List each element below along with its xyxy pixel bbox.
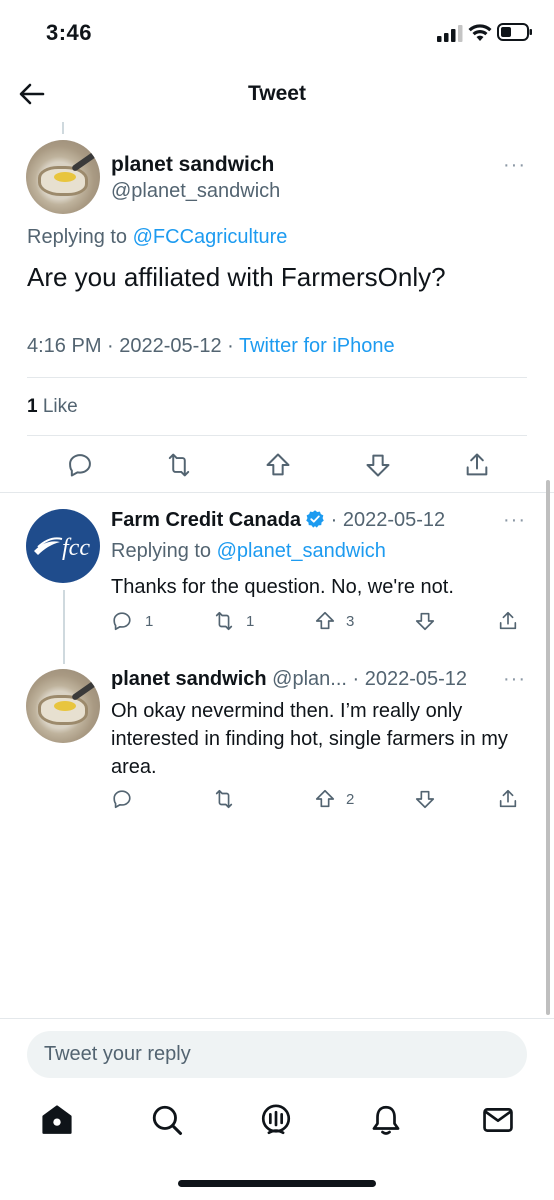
author-handle[interactable]: @planet_sandwich [111,180,280,203]
reply-icon[interactable] [111,610,133,632]
home-indicator[interactable] [178,1180,376,1187]
upvote-arrow-icon[interactable] [264,451,292,479]
share-icon[interactable] [497,610,519,632]
more-options-icon[interactable]: ··· [503,509,526,532]
avatar[interactable] [26,140,100,214]
divider [27,435,527,436]
more-options-icon[interactable]: ··· [503,668,526,691]
replying-to-mention[interactable]: @FCCagriculture [133,226,288,248]
upvote-count: 3 [346,613,355,630]
reply-text: Oh okay nevermind then. I’m really only … [111,700,508,778]
retweet-icon[interactable] [164,451,194,479]
avatar[interactable]: fcc [26,509,100,583]
wifi-icon [468,22,492,42]
messages-icon[interactable] [481,1103,515,1137]
notifications-icon[interactable] [369,1103,403,1137]
cellular-signal-icon [437,25,463,42]
like-count-label: Like [37,396,78,417]
like-count-link[interactable]: 1 Like [27,396,78,418]
upvote-arrow-icon[interactable] [314,610,336,632]
reply-compose-input[interactable] [27,1031,527,1078]
avatar[interactable] [26,669,100,743]
status-time: 3:46 [46,20,93,45]
reply-header: Farm Credit Canada · 2022-05-12 [111,509,445,532]
reply-icon[interactable] [66,451,94,479]
reply-author-name[interactable]: Farm Credit Canada [111,509,301,531]
tweet-timestamp: 4:16 PM · 2022-05-12 · [27,335,239,357]
retweet-count: 1 [246,613,255,630]
share-icon[interactable] [463,451,491,479]
battery-icon [497,22,533,42]
retweet-icon[interactable] [212,788,236,810]
fcc-logo-text: fcc [62,535,90,561]
replying-to-mention[interactable]: @planet_sandwich [217,540,386,562]
reply-header: planet sandwich @plan... · 2022-05-12 [111,668,467,691]
replying-prefix: Replying to [111,540,217,562]
page-title: Tweet [248,82,306,105]
share-icon[interactable] [497,788,519,810]
retweet-icon[interactable] [212,610,236,632]
tweet-meta: 4:16 PM · 2022-05-12 · Twitter for iPhon… [27,335,395,358]
replying-prefix: Replying to [27,226,133,248]
spaces-icon[interactable] [259,1103,293,1137]
tweet-text: Are you affiliated with FarmersOnly? [27,262,446,292]
replying-to-line: Replying to @FCCagriculture [27,226,287,249]
reply-count: 1 [145,613,154,630]
reply-text: Thanks for the question. No, we're not. [111,576,454,598]
like-count-number: 1 [27,396,38,417]
author-name[interactable]: planet sandwich [111,153,274,177]
section-divider [0,492,554,493]
top-nav-bar: Tweet [0,62,554,124]
status-bar: 3:46 [0,0,554,62]
tweet-source-link[interactable]: Twitter for iPhone [239,335,395,357]
compose-divider [0,1018,554,1019]
upvote-count: 2 [346,791,355,808]
thread-connector-line [63,590,65,664]
divider [27,377,527,378]
scrollbar[interactable] [546,480,550,1015]
reply-date: · 2022-05-12 [325,509,446,531]
downvote-arrow-icon[interactable] [414,788,436,810]
downvote-arrow-icon[interactable] [414,610,436,632]
downvote-arrow-icon[interactable] [364,451,392,479]
verified-badge-icon [306,510,324,528]
more-options-icon[interactable]: ··· [503,154,526,177]
search-icon[interactable] [150,1103,184,1137]
upvote-arrow-icon[interactable] [314,788,336,810]
reply-replying-to: Replying to @planet_sandwich [111,540,386,563]
reply-handle-date: @plan... · 2022-05-12 [266,668,468,690]
reply-author-name[interactable]: planet sandwich [111,668,267,690]
fcc-logo-icon: fcc [34,535,90,561]
home-icon[interactable] [40,1103,74,1137]
reply-icon[interactable] [111,788,133,810]
thread-connector-line [62,122,64,134]
